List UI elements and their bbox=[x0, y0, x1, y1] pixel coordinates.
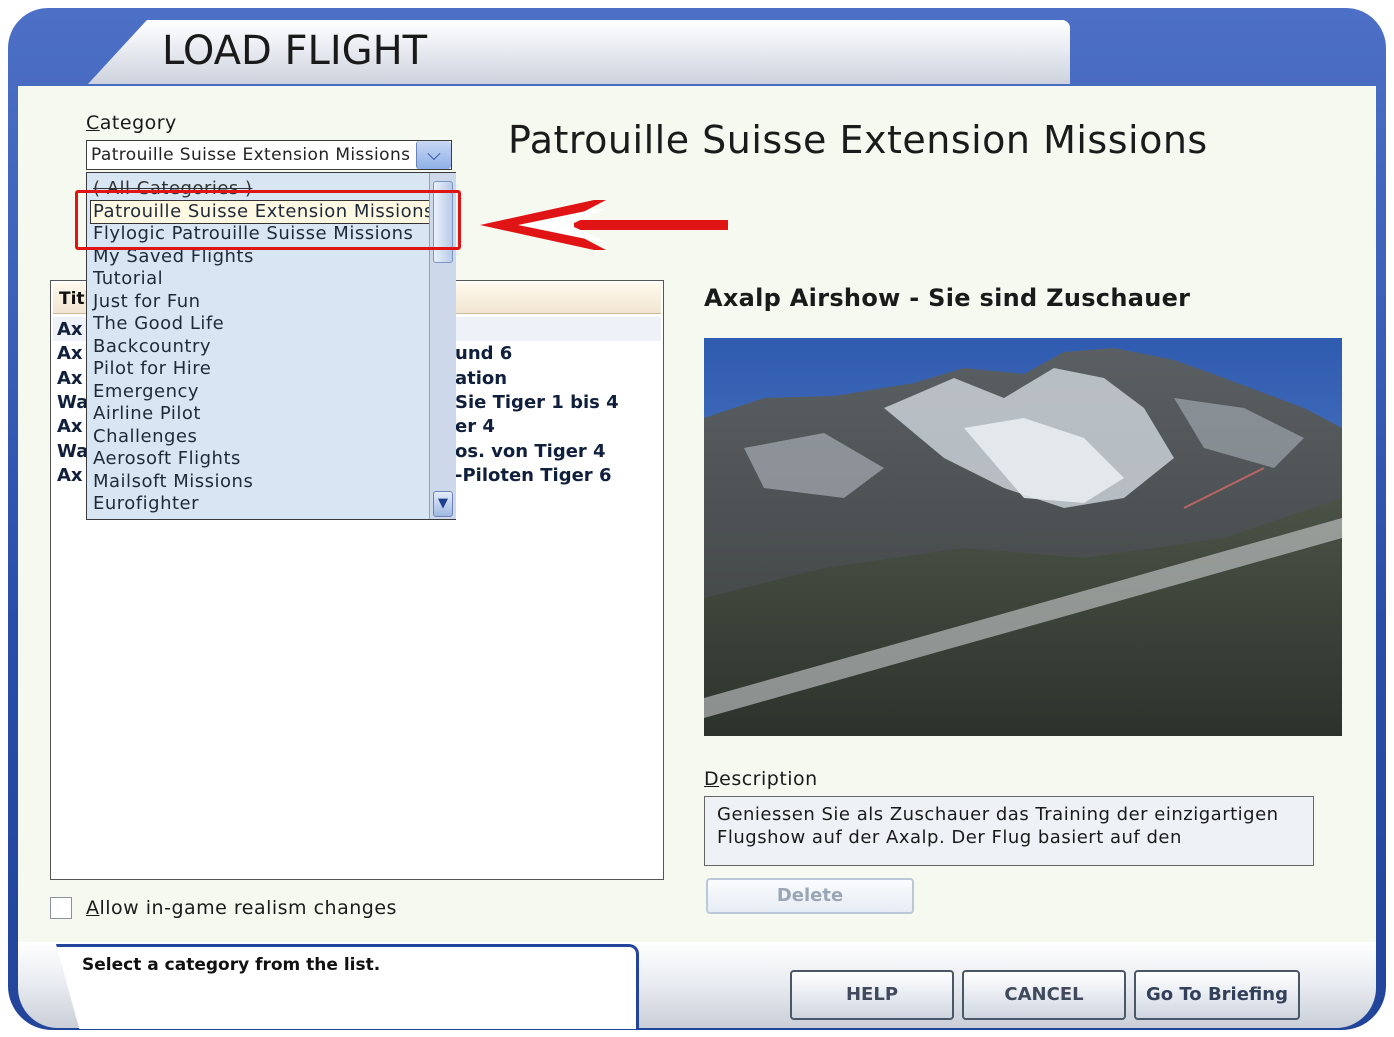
chevron-down-icon[interactable]: ⌵ bbox=[416, 141, 451, 169]
description-text: Geniessen Sie als Zuschauer das Training… bbox=[717, 804, 1279, 848]
realism-label-rest: llow in-game realism changes bbox=[99, 897, 397, 919]
flight-row-title[interactable]: Ax bbox=[57, 416, 87, 437]
dropdown-option[interactable]: Mailsoft Missions bbox=[93, 471, 253, 493]
cancel-button[interactable]: CANCEL bbox=[962, 970, 1126, 1020]
dropdown-option[interactable]: Challenges bbox=[93, 426, 197, 448]
dropdown-option[interactable]: Pilot for Hire bbox=[93, 358, 211, 380]
flight-row-description[interactable]: ation bbox=[455, 368, 507, 389]
category-label-rest: ategory bbox=[99, 112, 177, 134]
flight-row-title[interactable]: Ax bbox=[57, 368, 87, 389]
flight-row-description[interactable]: und 6 bbox=[455, 343, 512, 364]
category-label: Category bbox=[86, 112, 177, 134]
dropdown-option[interactable]: Just for Fun bbox=[93, 291, 201, 313]
dropdown-option[interactable]: Tutorial bbox=[93, 268, 163, 290]
category-selected-value: Patrouille Suisse Extension Missions bbox=[91, 145, 411, 165]
red-arrow-icon bbox=[480, 200, 728, 250]
dropdown-option[interactable]: Emergency bbox=[93, 381, 199, 403]
flight-preview-image bbox=[704, 338, 1342, 736]
flight-row-description[interactable]: -Piloten Tiger 6 bbox=[455, 465, 611, 486]
dropdown-option[interactable]: The Good Life bbox=[93, 313, 224, 335]
page-title: Patrouille Suisse Extension Missions bbox=[508, 118, 1208, 162]
category-label-mnemonic: C bbox=[86, 112, 100, 134]
description-label-rest: escription bbox=[719, 768, 818, 790]
window-title: LOAD FLIGHT bbox=[162, 28, 428, 74]
delete-button[interactable]: Delete bbox=[706, 878, 914, 914]
help-button[interactable]: HELP bbox=[790, 970, 954, 1020]
go-to-briefing-button[interactable]: Go To Briefing bbox=[1134, 970, 1300, 1020]
mountain-preview-icon bbox=[704, 338, 1342, 736]
flight-row-title[interactable]: Ax bbox=[57, 343, 87, 364]
dropdown-option[interactable]: Eurofighter bbox=[93, 493, 199, 515]
flight-row-description[interactable]: os. von Tiger 4 bbox=[455, 441, 606, 462]
status-text: Select a category from the list. bbox=[82, 955, 381, 975]
description-label: Description bbox=[704, 768, 818, 790]
flight-row-title[interactable]: Ax bbox=[57, 319, 87, 340]
annotation-highlight-box bbox=[75, 190, 461, 250]
realism-label[interactable]: Allow in-game realism changes bbox=[86, 897, 397, 919]
description-box[interactable]: Geniessen Sie als Zuschauer das Training… bbox=[704, 796, 1314, 866]
dropdown-option[interactable]: Aerosoft Flights bbox=[93, 448, 241, 470]
flight-row-description[interactable]: er 4 bbox=[455, 416, 495, 437]
dropdown-option[interactable]: Backcountry bbox=[93, 336, 211, 358]
category-select[interactable]: Patrouille Suisse Extension Missions ⌵ bbox=[86, 140, 452, 170]
selected-flight-title: Axalp Airshow - Sie sind Zuschauer bbox=[704, 284, 1191, 312]
description-label-mnemonic: D bbox=[704, 768, 720, 790]
realism-checkbox[interactable] bbox=[50, 897, 72, 919]
dropdown-option[interactable]: Airline Pilot bbox=[93, 403, 201, 425]
flight-row-title[interactable]: Wa bbox=[57, 441, 87, 462]
realism-label-mnemonic: A bbox=[86, 897, 100, 919]
flight-row-title[interactable]: Ax bbox=[57, 465, 87, 486]
flight-row-description[interactable]: Sie Tiger 1 bis 4 bbox=[455, 392, 619, 413]
scroll-down-icon[interactable]: ▼ bbox=[433, 491, 453, 517]
column-header-title[interactable]: Title bbox=[59, 289, 89, 309]
flight-row-title[interactable]: Wa bbox=[57, 392, 87, 413]
